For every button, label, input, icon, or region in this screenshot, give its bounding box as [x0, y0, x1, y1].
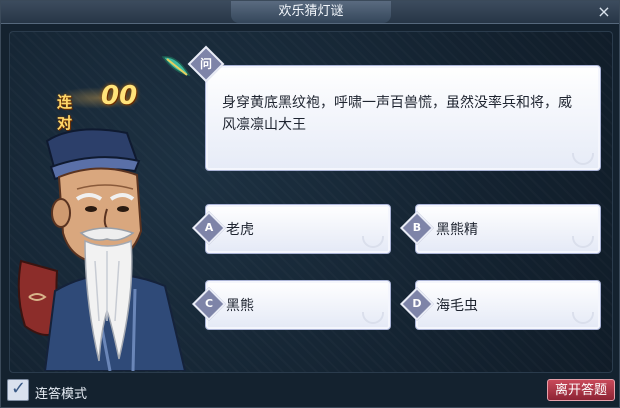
corner-swirl-ornament — [572, 236, 594, 248]
option-d-letter: D — [412, 297, 422, 310]
question-box: 身穿黄底黑纹袍，呼啸一声百兽慌，虽然没率兵和将，威风凛凛山大王 — [205, 65, 601, 171]
option-d-label: 海毛虫 — [436, 298, 478, 314]
bottom-bar: ✓ 连答模式 离开答题 — [1, 375, 619, 407]
streak-count: 00 — [101, 81, 138, 111]
feather-icon — [161, 56, 191, 76]
corner-swirl-ornament — [362, 236, 384, 248]
leave-quiz-button[interactable]: 离开答题 — [547, 379, 615, 401]
option-c-label: 黑熊 — [226, 298, 254, 314]
option-b-button[interactable]: 黑熊精 — [415, 204, 601, 254]
corner-swirl-ornament — [362, 312, 384, 324]
continuous-mode-label: 连答模式 — [35, 387, 88, 402]
option-b-label: 黑熊精 — [436, 222, 478, 238]
sage-character-illustration — [17, 128, 187, 371]
option-b-letter: B — [412, 221, 422, 234]
corner-swirl-ornament — [572, 312, 594, 324]
option-c-letter: C — [204, 297, 214, 310]
corner-swirl-ornament — [572, 153, 594, 165]
option-d-button[interactable]: 海毛虫 — [415, 280, 601, 330]
option-a-button[interactable]: 老虎 — [205, 204, 391, 254]
window-title: 欢乐猜灯谜 — [231, 1, 391, 23]
continuous-mode-checkbox[interactable]: ✓ — [7, 378, 29, 401]
option-a-label: 老虎 — [226, 222, 254, 238]
question-badge-label: 问 — [199, 57, 212, 71]
checkmark-icon: ✓ — [11, 378, 27, 399]
title-bar: 欢乐猜灯谜 × — [1, 1, 619, 24]
option-c-button[interactable]: 黑熊 — [205, 280, 391, 330]
option-a-letter: A — [204, 221, 214, 234]
close-icon[interactable]: × — [595, 3, 613, 21]
quiz-window: 欢乐猜灯谜 × 连对 00 身穿黄底黑纹袍，呼啸一声百兽慌，虽然没率兵和将，威风… — [0, 0, 620, 408]
question-text: 身穿黄底黑纹袍，呼啸一声百兽慌，虽然没率兵和将，威风凛凛山大王 — [222, 95, 572, 133]
